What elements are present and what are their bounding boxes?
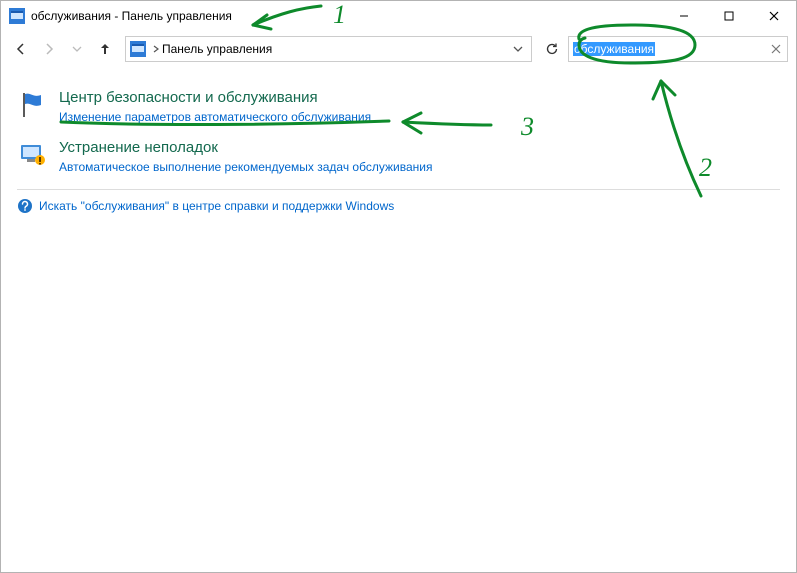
minimize-button[interactable] xyxy=(661,1,706,31)
flag-icon xyxy=(17,89,49,121)
close-button[interactable] xyxy=(751,1,796,31)
help-search-link[interactable]: Искать "обслуживания" в центре справки и… xyxy=(39,199,394,213)
control-panel-icon xyxy=(130,41,146,57)
clear-search-button[interactable] xyxy=(769,44,783,54)
navigation-bar: Панель управления обслуживания xyxy=(1,31,796,67)
result-item: Устранение неполадок Автоматическое выпо… xyxy=(17,139,780,175)
address-dropdown-button[interactable] xyxy=(509,44,527,54)
result-title-link[interactable]: Устранение неполадок xyxy=(59,139,432,157)
window-controls xyxy=(661,1,796,31)
result-sub-link[interactable]: Автоматическое выполнение рекомендуемых … xyxy=(59,159,432,175)
window-title: обслуживания - Панель управления xyxy=(31,9,661,23)
breadcrumb-item[interactable]: Панель управления xyxy=(162,42,272,56)
maximize-button[interactable] xyxy=(706,1,751,31)
help-search-row: Искать "обслуживания" в центре справки и… xyxy=(17,198,780,214)
divider xyxy=(17,189,780,190)
back-button[interactable] xyxy=(9,37,33,61)
search-input[interactable]: обслуживания xyxy=(568,36,788,62)
app-icon xyxy=(9,8,25,24)
forward-button[interactable] xyxy=(37,37,61,61)
search-value: обслуживания xyxy=(573,42,769,56)
breadcrumb[interactable]: Панель управления xyxy=(162,42,509,56)
help-icon xyxy=(17,198,33,214)
address-bar[interactable]: Панель управления xyxy=(125,36,532,62)
troubleshoot-icon xyxy=(17,139,49,171)
up-button[interactable] xyxy=(93,37,117,61)
result-title-link[interactable]: Центр безопасности и обслуживания xyxy=(59,89,371,107)
refresh-button[interactable] xyxy=(540,37,564,61)
result-sub-link[interactable]: Изменение параметров автоматического обс… xyxy=(59,109,371,125)
result-item: Центр безопасности и обслуживания Измене… xyxy=(17,89,780,125)
search-results: Центр безопасности и обслуживания Измене… xyxy=(1,67,796,222)
titlebar: обслуживания - Панель управления xyxy=(1,1,796,31)
recent-locations-button[interactable] xyxy=(65,37,89,61)
control-panel-window: обслуживания - Панель управления xyxy=(0,0,797,573)
chevron-right-icon[interactable] xyxy=(150,45,162,53)
